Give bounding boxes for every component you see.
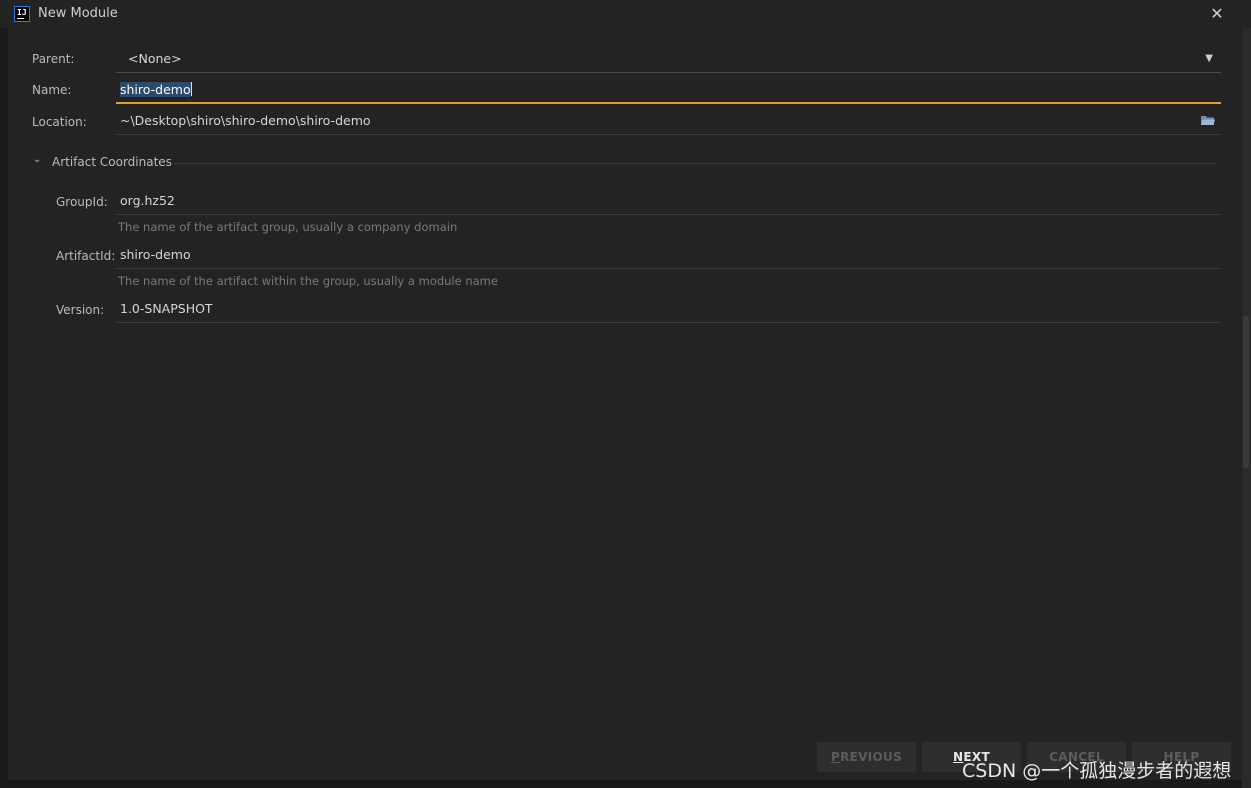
location-label: Location: [32, 115, 87, 129]
groupid-hint: The name of the artifact group, usually … [118, 220, 458, 234]
name-value: shiro-demo [120, 82, 191, 97]
cancel-button[interactable]: CANCEL [1027, 742, 1126, 772]
artifactid-value: shiro-demo [120, 247, 191, 262]
help-button[interactable]: HELP [1132, 742, 1231, 772]
groupid-input[interactable]: org.hz52 [116, 187, 1221, 215]
close-icon[interactable]: ✕ [1207, 4, 1227, 24]
groupid-value: org.hz52 [120, 193, 175, 208]
chevron-down-icon: ⌄ [33, 154, 42, 165]
parent-label: Parent: [32, 52, 75, 66]
parent-value: <None> [128, 51, 182, 66]
window-title: New Module [38, 6, 118, 21]
folder-icon[interactable] [1201, 115, 1215, 126]
text-caret [190, 82, 192, 96]
previous-label: REVIOUS [840, 750, 902, 764]
artifactid-hint: The name of the artifact within the grou… [118, 274, 498, 288]
version-label: Version: [56, 303, 105, 317]
groupid-label: GroupId: [56, 195, 108, 209]
next-button[interactable]: NEXT [922, 742, 1021, 772]
scrollbar-thumb[interactable] [1243, 316, 1249, 468]
bottom-strip [8, 780, 1242, 788]
section-title: Artifact Coordinates [52, 155, 172, 169]
location-value: ~\Desktop\shiro\shiro-demo\shiro-demo [120, 113, 371, 128]
section-divider [174, 163, 1216, 164]
version-value: 1.0-SNAPSHOT [120, 301, 213, 316]
new-module-dialog: IJ New Module ✕ Parent: <None> ▼ Name: s… [0, 0, 1251, 788]
name-label: Name: [32, 83, 72, 97]
ij-app-icon: IJ [14, 6, 30, 22]
dropdown-arrow-icon[interactable]: ▼ [1205, 45, 1213, 73]
previous-mnemonic: P [831, 750, 841, 764]
artifactid-input[interactable]: shiro-demo [116, 241, 1221, 269]
next-mnemonic: N [953, 750, 964, 764]
name-input[interactable]: shiro-demo [116, 76, 1221, 104]
location-input[interactable]: ~\Desktop\shiro\shiro-demo\shiro-demo [116, 107, 1221, 135]
previous-button[interactable]: PREVIOUS [817, 742, 916, 772]
artifactid-label: ArtifactId: [56, 249, 116, 263]
version-input[interactable]: 1.0-SNAPSHOT [116, 295, 1221, 323]
parent-select[interactable]: <None> ▼ [116, 45, 1221, 73]
title-bar: IJ New Module ✕ [0, 0, 1251, 28]
next-label: EXT [963, 750, 990, 764]
left-edge [0, 28, 8, 788]
